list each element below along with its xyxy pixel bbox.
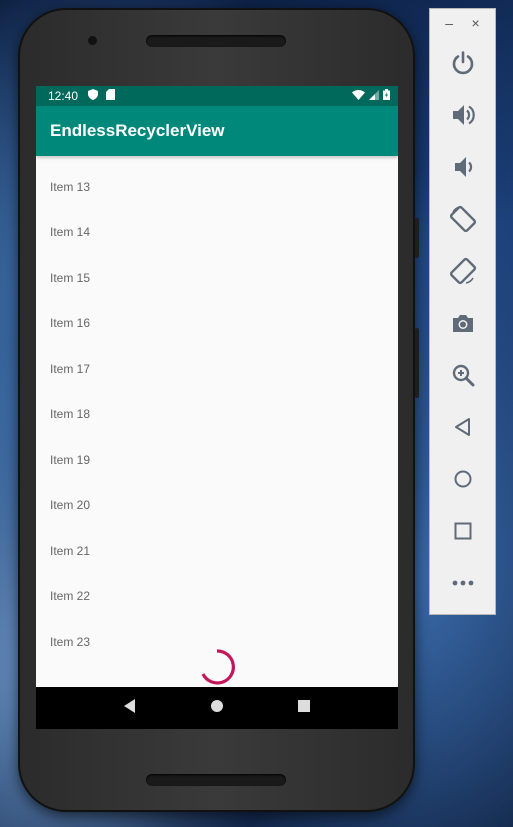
list-item[interactable]: Item 18 (36, 392, 398, 438)
loading-spinner (198, 648, 236, 691)
list-item[interactable]: Item 20 (36, 483, 398, 529)
list-item[interactable]: Item 15 (36, 255, 398, 301)
list-item[interactable]: Item 19 (36, 437, 398, 483)
camera-icon[interactable] (430, 297, 495, 349)
app-title: EndlessRecyclerView (50, 121, 225, 140)
minimize-button[interactable]: – (445, 15, 453, 31)
list-item-label: Item 14 (50, 225, 91, 240)
power-icon[interactable] (430, 37, 495, 89)
sd-card-icon (106, 89, 116, 103)
front-camera (88, 36, 97, 45)
list-item-label: Item 17 (50, 361, 91, 376)
list-item-label: Item 13 (50, 179, 91, 194)
list-item-label: Item 23 (50, 634, 91, 649)
list-item[interactable]: Item 21 (36, 528, 398, 574)
app-bar: EndlessRecyclerView (36, 106, 398, 156)
list-item-label: Item 15 (50, 270, 91, 285)
rotate-right-icon[interactable] (430, 245, 495, 297)
nav-overview-icon[interactable] (297, 699, 311, 718)
recycler-list[interactable]: Item 13 Item 14 Item 15 Item 16 Item 17 … (36, 164, 398, 665)
side-button (415, 328, 419, 398)
list-item-label: Item 16 (50, 316, 91, 331)
window-controls: – × (430, 9, 495, 37)
more-icon[interactable] (430, 557, 495, 609)
volume-up-icon[interactable] (430, 89, 495, 141)
nav-back-icon[interactable] (123, 698, 137, 718)
close-button[interactable]: × (472, 15, 480, 31)
nav-bar (36, 687, 398, 729)
volume-down-icon[interactable] (430, 141, 495, 193)
battery-icon (383, 89, 390, 103)
nav-home-icon[interactable] (210, 699, 224, 718)
list-item-label: Item 18 (50, 407, 91, 422)
list-item[interactable]: Item 13 (36, 164, 398, 210)
list-item[interactable]: Item 22 (36, 574, 398, 620)
wifi-icon (352, 89, 365, 103)
emulator-toolbar: – × (429, 8, 496, 615)
status-bar: 12:40 (36, 86, 398, 106)
list-item[interactable]: Item 14 (36, 210, 398, 256)
signal-icon (369, 89, 379, 103)
device-screen: 12:40 EndlessRecyclerView Item 13 Item 1… (36, 86, 398, 729)
back-icon[interactable] (430, 401, 495, 453)
rotate-left-icon[interactable] (430, 193, 495, 245)
status-time: 12:40 (48, 89, 79, 103)
list-item[interactable]: Item 17 (36, 346, 398, 392)
zoom-icon[interactable] (430, 349, 495, 401)
home-icon[interactable] (430, 453, 495, 505)
top-speaker (146, 35, 286, 47)
list-item-label: Item 20 (50, 498, 91, 513)
list-item-label: Item 19 (50, 452, 91, 467)
bottom-speaker (146, 774, 286, 786)
side-button (415, 218, 419, 258)
list-item[interactable]: Item 16 (36, 301, 398, 347)
shield-icon (88, 89, 99, 103)
list-item-label: Item 22 (50, 589, 91, 604)
overview-icon[interactable] (430, 505, 495, 557)
list-item-label: Item 21 (50, 543, 91, 558)
